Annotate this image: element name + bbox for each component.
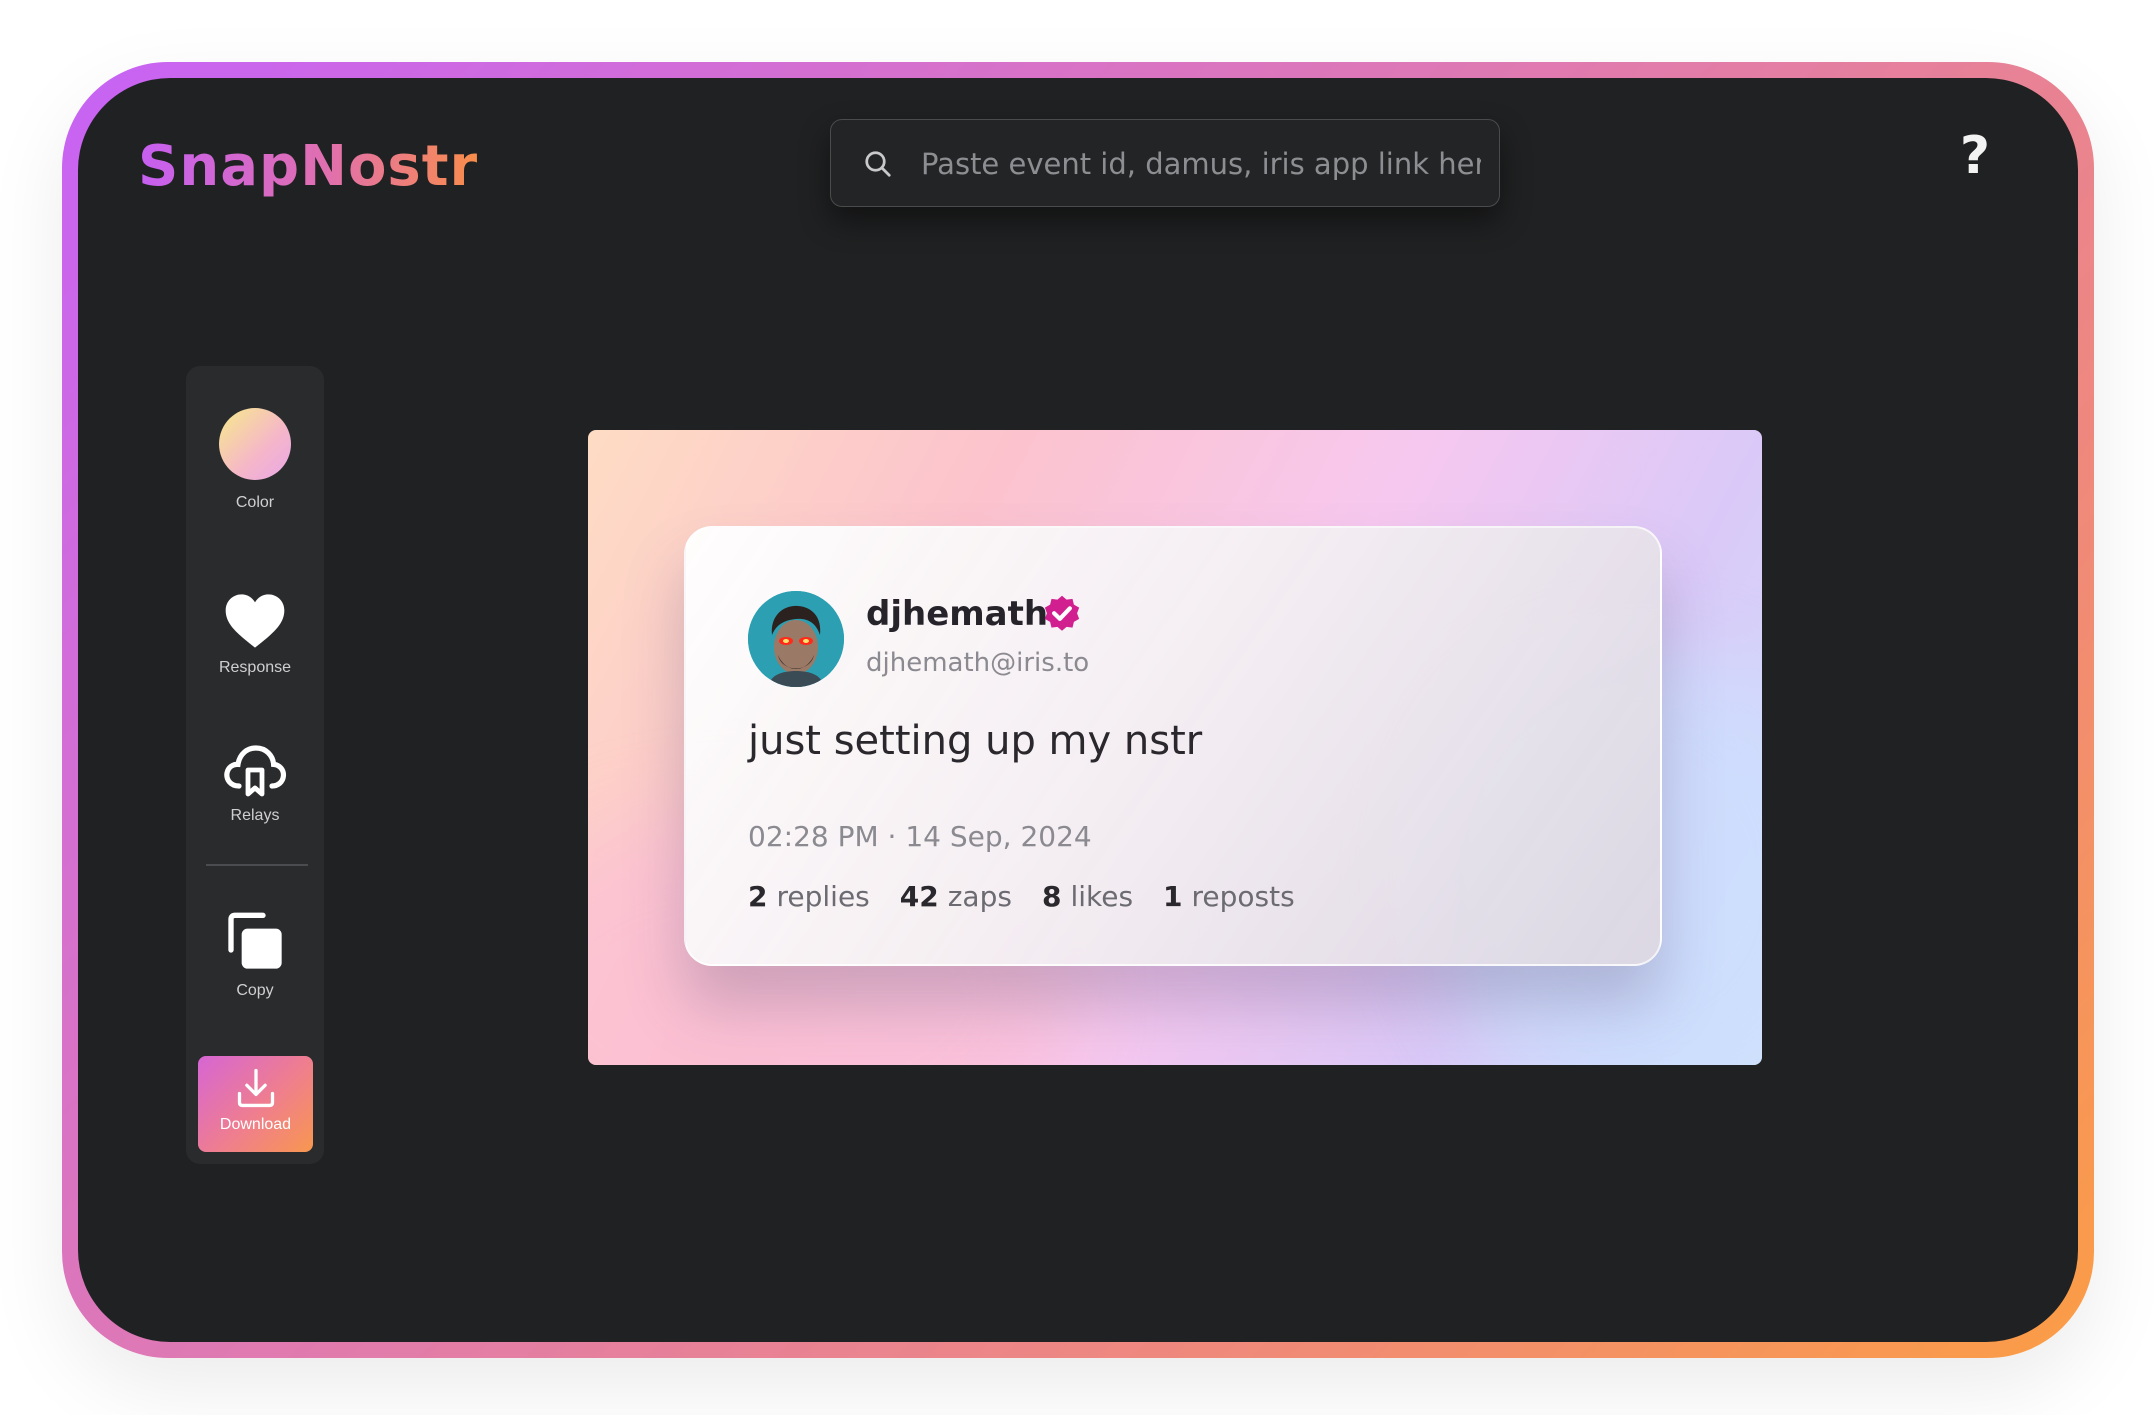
- avatar: [748, 591, 844, 687]
- relays-tool[interactable]: Relays: [186, 741, 324, 825]
- replies-label: replies: [776, 880, 870, 913]
- reposts-stat: 1 reposts: [1163, 880, 1295, 913]
- app-logo: SnapNostr: [138, 134, 479, 199]
- author-name: djhemath: [866, 594, 1049, 634]
- download-button[interactable]: Download: [198, 1056, 313, 1152]
- tool-sidebar: Color Response Relays Copy Download: [186, 366, 324, 1164]
- zaps-label: zaps: [947, 880, 1012, 913]
- post-timestamp: 02:28 PM · 14 Sep, 2024: [748, 820, 1092, 853]
- post-stats: 2 replies 42 zaps 8 likes 1 reposts: [748, 880, 1295, 913]
- reposts-label: reposts: [1191, 880, 1295, 913]
- download-icon: [237, 1068, 274, 1108]
- response-tool-label: Response: [218, 659, 292, 676]
- copy-icon: [228, 912, 282, 969]
- app-frame: SnapNostr ? Color Response: [62, 62, 2094, 1358]
- copy-tool[interactable]: Copy: [186, 910, 324, 1000]
- replies-count: 2: [748, 880, 768, 913]
- search-bar[interactable]: [830, 119, 1500, 208]
- likes-stat: 8 likes: [1042, 880, 1133, 913]
- author-handle: djhemath@iris.to: [866, 648, 1090, 678]
- zaps-count: 42: [899, 880, 939, 913]
- sidebar-divider: [206, 864, 308, 866]
- relays-tool-label: Relays: [230, 807, 280, 824]
- likes-label: likes: [1070, 880, 1134, 913]
- color-tool-label: Color: [235, 494, 275, 511]
- post-content: just setting up my nstr: [748, 718, 1203, 764]
- help-button[interactable]: ?: [1960, 126, 1990, 186]
- verified-badge-icon: [1044, 595, 1080, 631]
- reposts-count: 1: [1163, 880, 1183, 913]
- replies-stat: 2 replies: [748, 880, 870, 913]
- app-window: SnapNostr ? Color Response: [78, 78, 2078, 1342]
- cloud-relay-icon: [224, 745, 287, 797]
- post-card: djhemath djhemath@iris.to just setting u…: [684, 526, 1662, 966]
- search-icon: [865, 151, 891, 177]
- zaps-stat: 42 zaps: [900, 880, 1012, 913]
- likes-count: 8: [1041, 880, 1062, 913]
- download-label: Download: [219, 1116, 292, 1133]
- copy-tool-label: Copy: [236, 982, 274, 999]
- color-tool[interactable]: Color: [186, 408, 324, 512]
- avatar-image: [748, 591, 844, 687]
- search-input[interactable]: [919, 120, 1483, 208]
- color-swatch-icon: [219, 408, 291, 480]
- preview-canvas: djhemath djhemath@iris.to just setting u…: [588, 430, 1762, 1065]
- response-tool[interactable]: Response: [186, 591, 324, 677]
- heart-icon: [225, 594, 285, 648]
